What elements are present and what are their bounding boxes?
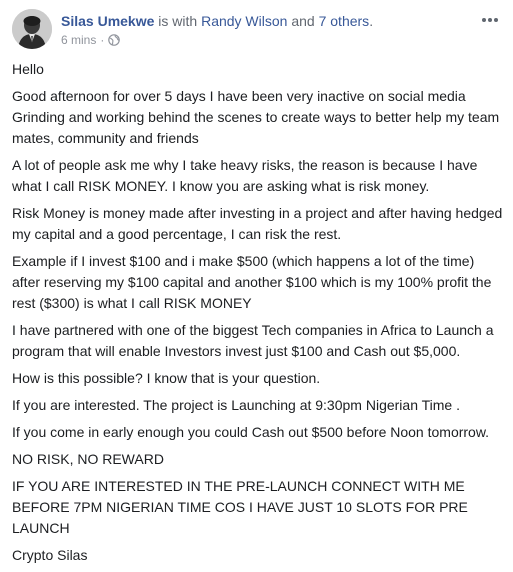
- with-text: is with: [158, 13, 198, 29]
- avatar[interactable]: [12, 9, 52, 49]
- post-paragraph-signature: Crypto Silas: [12, 547, 88, 563]
- profile-photo-icon: [12, 9, 52, 49]
- post-headline: Silas Umekwe is with Randy Wilson and 7 …: [61, 12, 461, 30]
- post-timestamp[interactable]: 6 mins: [61, 32, 96, 48]
- post-paragraph-risk-money: A lot of people ask me why I take heavy …: [12, 157, 478, 194]
- author-name-link[interactable]: Silas Umekwe: [61, 13, 154, 29]
- post-header-text: Silas Umekwe is with Randy Wilson and 7 …: [61, 12, 461, 48]
- post-paragraph-intro: Good afternoon for over 5 days I have be…: [12, 88, 500, 146]
- tagged-others-link[interactable]: 7 others: [319, 13, 370, 29]
- post-body: Hello Good afternoon for over 5 days I h…: [12, 59, 504, 572]
- globe-icon[interactable]: [108, 34, 121, 46]
- post-paragraph-greeting: Hello: [12, 61, 44, 77]
- post-paragraph-partnership: I have partnered with one of the biggest…: [12, 322, 494, 359]
- post-paragraph-example: Example if I invest $100 and i make $500…: [12, 253, 492, 311]
- meta-separator: ·: [100, 33, 105, 47]
- and-text: and: [291, 13, 315, 29]
- headline-period: .: [369, 13, 374, 29]
- post-paragraph-slogan: NO RISK, NO REWARD: [12, 451, 164, 467]
- post-paragraph-definition: Risk Money is money made after investing…: [12, 205, 503, 242]
- post-paragraph-launch-time: If you are interested. The project is La…: [12, 397, 460, 413]
- more-options-button[interactable]: [478, 11, 502, 29]
- post-meta: 6 mins ·: [61, 32, 461, 48]
- post-header: Silas Umekwe is with Randy Wilson and 7 …: [12, 9, 502, 51]
- post-paragraph-cashout: If you come in early enough you could Ca…: [12, 424, 490, 440]
- post-paragraph-question: How is this possible? I know that is you…: [12, 370, 321, 386]
- more-horizontal-icon: [482, 18, 498, 22]
- tagged-person-link[interactable]: Randy Wilson: [201, 13, 287, 29]
- post-paragraph-prelaunch: IF YOU ARE INTERESTED IN THE PRE-LAUNCH …: [12, 478, 468, 536]
